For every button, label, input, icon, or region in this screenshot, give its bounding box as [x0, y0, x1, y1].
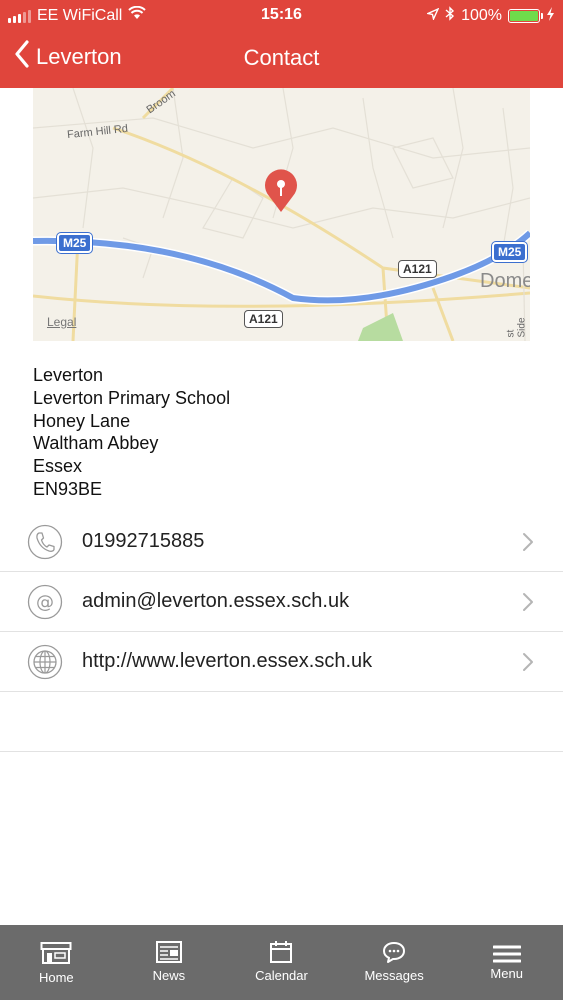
- at-sign-icon: @: [27, 584, 63, 620]
- nav-bar: Leverton Contact: [0, 30, 563, 88]
- address-line: Leverton Primary School: [33, 387, 231, 408]
- contact-list: 01992715885 @ admin@leverton.essex.sch.u…: [0, 512, 563, 752]
- status-bar: EE WiFiCall 15:16 100%: [0, 0, 563, 30]
- tab-bar: Home News Calendar Messages Menu: [0, 925, 563, 1000]
- map-road-shield: M25: [492, 242, 528, 262]
- empty-row: [0, 692, 563, 752]
- website-url: http://www.leverton.essex.sch.uk: [82, 650, 373, 672]
- tab-home-label: Home: [38, 970, 74, 985]
- home-icon: [40, 941, 72, 970]
- news-icon: [155, 941, 182, 968]
- map-road-shield: A121: [244, 310, 283, 328]
- page-title: Contact: [243, 45, 320, 70]
- email-row[interactable]: @ admin@leverton.essex.sch.uk: [0, 572, 563, 632]
- tab-home[interactable]: Home: [0, 925, 113, 1000]
- chevron-right-icon: [522, 652, 534, 677]
- tab-news-label: News: [152, 968, 186, 983]
- map-road-label: st Side: [505, 317, 528, 338]
- svg-text:@: @: [36, 592, 54, 613]
- tab-news[interactable]: News: [113, 925, 226, 1000]
- website-row[interactable]: http://www.leverton.essex.sch.uk: [0, 632, 563, 692]
- location-map[interactable]: Farm Hill Rd Broom M25 M25 A121 A121 Dom…: [33, 88, 530, 341]
- header: EE WiFiCall 15:16 100% Leverton Contact: [0, 0, 563, 88]
- phone-row[interactable]: 01992715885: [0, 512, 563, 572]
- speech-bubble-icon: [382, 941, 406, 968]
- hamburger-menu-icon: [492, 945, 522, 968]
- map-legal-link[interactable]: Legal: [47, 315, 76, 329]
- tab-calendar-label: Calendar: [255, 968, 308, 983]
- tab-messages[interactable]: Messages: [338, 925, 451, 1000]
- address-line: Leverton: [33, 365, 104, 385]
- chevron-right-icon: [522, 532, 534, 557]
- tab-calendar[interactable]: Calendar: [225, 925, 338, 1000]
- tab-menu-label: Menu: [490, 966, 523, 981]
- bluetooth-icon: [445, 6, 455, 26]
- battery-percent: 100%: [461, 7, 502, 24]
- location-arrow-icon: [425, 7, 440, 25]
- address-block: Leverton Leverton Primary School Honey L…: [33, 364, 230, 501]
- map-road-shield: A121: [398, 260, 437, 278]
- map-town-label: Dome: [480, 270, 530, 292]
- globe-icon: [27, 644, 63, 680]
- address-line: Essex: [33, 456, 83, 477]
- map-road-shield: M25: [57, 233, 93, 253]
- phone-icon: [27, 524, 63, 560]
- tab-messages-label: Messages: [364, 968, 424, 983]
- address-line: EN93BE: [33, 478, 103, 499]
- phone-number: 01992715885: [82, 530, 205, 552]
- email-address: admin@leverton.essex.sch.uk: [82, 590, 350, 612]
- chevron-right-icon: [522, 592, 534, 617]
- calendar-icon: [270, 941, 293, 968]
- battery-icon: [508, 9, 543, 23]
- charging-bolt-icon: [546, 6, 555, 26]
- address-line: Waltham Abbey: [33, 433, 159, 454]
- address-line: Honey Lane: [33, 410, 131, 431]
- tab-menu[interactable]: Menu: [450, 925, 563, 1000]
